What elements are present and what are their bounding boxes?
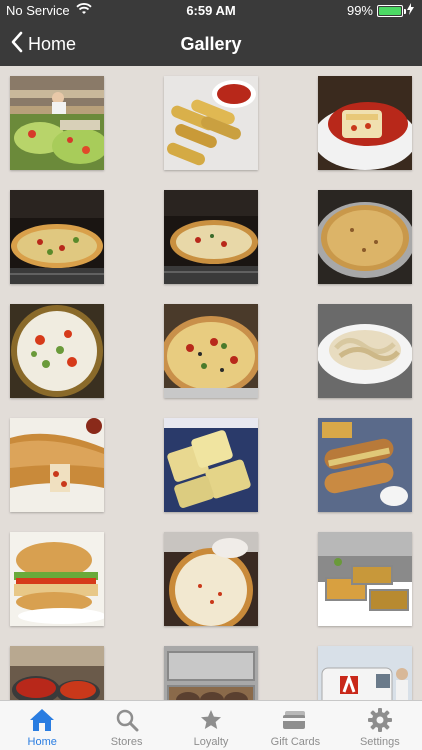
- carrier-label: No Service: [6, 3, 70, 18]
- gallery-photo-supreme-pizza[interactable]: [164, 304, 258, 398]
- gallery-photo-catering-buffet[interactable]: [318, 532, 412, 626]
- status-bar: 6:59 AM No Service 99%: [0, 0, 422, 22]
- tab-label: Stores: [110, 736, 143, 748]
- tab-stores[interactable]: Stores: [84, 701, 168, 750]
- gallery-photo-lasagna[interactable]: [318, 76, 412, 170]
- gallery-photo-baked-pizza[interactable]: [318, 190, 412, 284]
- tab-bar: Home Stores Loyalty Gift Cards Settings: [0, 700, 422, 750]
- gallery-photo-garlic-bread[interactable]: [164, 418, 258, 512]
- battery-level-fill: [379, 6, 401, 15]
- tab-label: Loyalty: [193, 736, 229, 748]
- gallery-photo-pizza-toppings[interactable]: [10, 304, 104, 398]
- gallery-photo-chicken-sandwich[interactable]: [10, 532, 104, 626]
- battery-percent: 99%: [346, 3, 373, 18]
- gallery-photo-pasta-alfredo[interactable]: [318, 304, 412, 398]
- tab-label: Gift Cards: [270, 736, 321, 748]
- gallery-photo-mozzarella-sticks[interactable]: [164, 76, 258, 170]
- charging-icon: [407, 3, 414, 18]
- tab-loyalty[interactable]: Loyalty: [169, 701, 253, 750]
- back-label: Home: [28, 33, 77, 54]
- wifi-icon: [75, 3, 92, 18]
- star-icon: [196, 706, 226, 734]
- gallery-photo-pizza-oven-2[interactable]: [164, 190, 258, 284]
- gallery-photo-pizza-oven[interactable]: [10, 190, 104, 284]
- gallery-photo-sub-sandwiches[interactable]: [318, 418, 412, 512]
- chevron-left-icon: [10, 31, 24, 58]
- gallery-photo-catering-trays[interactable]: [164, 646, 258, 700]
- status-right: 99%: [347, 3, 414, 18]
- status-left: No Service: [6, 3, 92, 18]
- tab-gift-cards[interactable]: Gift Cards: [253, 701, 337, 750]
- gear-icon: [365, 706, 395, 734]
- nav-bar: Home Gallery: [0, 22, 422, 66]
- tab-label: Settings: [359, 736, 400, 748]
- tab-label: Home: [27, 736, 57, 748]
- search-icon: [112, 706, 142, 734]
- gallery-photo-delivery-van[interactable]: [318, 646, 412, 700]
- tab-settings[interactable]: Settings: [338, 701, 422, 750]
- gallery-photo-cheese-pizza[interactable]: [164, 532, 258, 626]
- gallery-photo-salad-bar[interactable]: [10, 76, 104, 170]
- back-button[interactable]: Home: [10, 22, 76, 66]
- gallery-grid: [0, 66, 422, 700]
- tab-home[interactable]: Home: [0, 701, 84, 750]
- home-icon: [27, 706, 57, 734]
- gallery-photo-sauce-pots[interactable]: [10, 646, 104, 700]
- battery-icon: [377, 4, 406, 17]
- gift-card-icon: [280, 706, 310, 734]
- gallery-photo-stromboli[interactable]: [10, 418, 104, 512]
